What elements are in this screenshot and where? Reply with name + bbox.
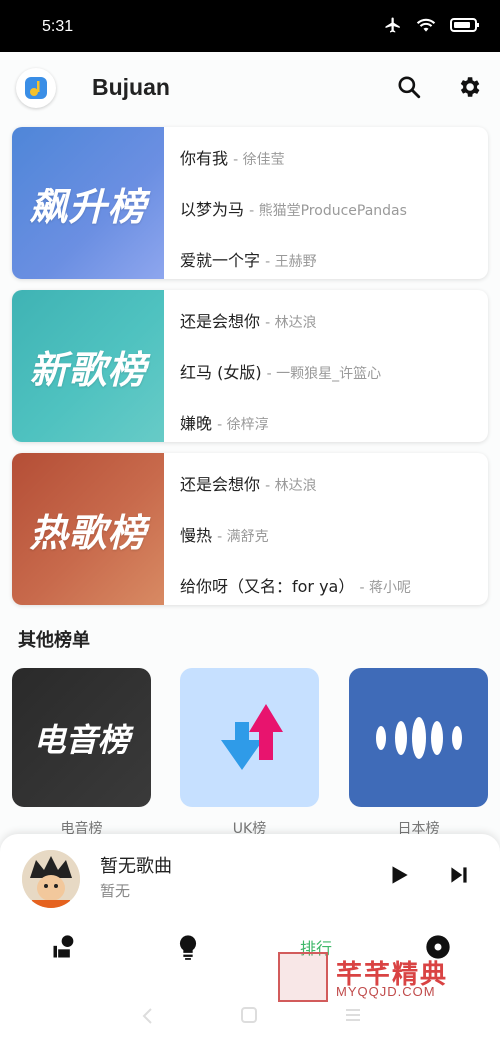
chart-cover: 飙升榜	[12, 127, 164, 279]
section-title: 其他榜单	[18, 630, 90, 651]
now-playing-title: 暂无歌曲	[100, 856, 172, 877]
song-artist: - 王赫野	[265, 254, 317, 270]
song-artist: - 熊猫堂ProducePandas	[249, 203, 407, 219]
watermark: 芊芊精典 MYQQJD.COM	[278, 952, 468, 1002]
song-title: 给你呀（又名：for ya）	[180, 577, 355, 596]
nav-tab-discover[interactable]	[46, 930, 82, 964]
chart-song-item[interactable]: 爱就一个字 - 王赫野	[180, 247, 317, 271]
watermark-logo-icon	[278, 952, 328, 1002]
cover-character-image	[22, 850, 80, 908]
skip-next-icon[interactable]	[446, 862, 472, 888]
lightbulb-icon	[179, 935, 197, 960]
wifi-icon	[416, 18, 436, 32]
song-title: 以梦为马	[180, 200, 245, 219]
nav-tab-ideas[interactable]	[170, 930, 206, 964]
song-title: 慢热	[180, 526, 213, 545]
song-title: 爱就一个字	[180, 251, 261, 270]
chart-song-item[interactable]: 给你呀（又名：for ya） - 蒋小呢	[180, 573, 411, 597]
status-icons	[384, 16, 480, 34]
back-nav-icon[interactable]	[140, 1006, 156, 1026]
song-artist: - 林达浪	[265, 478, 317, 494]
home-nav-icon[interactable]	[240, 1006, 258, 1024]
status-time: 5:31	[42, 18, 74, 35]
chart-song-item[interactable]: 还是会想你 - 林达浪	[180, 471, 317, 495]
chart-card-new[interactable]: 新歌榜 还是会想你 - 林达浪 红马 (女版) - 一颗狼星_许篮心 嫌晚 - …	[12, 290, 488, 442]
song-title: 你有我	[180, 149, 229, 168]
chart-song-item[interactable]: 慢热 - 满舒克	[180, 522, 269, 546]
play-icon[interactable]	[386, 862, 412, 888]
now-playing-artist: 暂无	[100, 882, 131, 900]
search-icon[interactable]	[396, 74, 422, 100]
app-title: Bujuan	[92, 74, 170, 100]
person-podium-icon	[53, 935, 74, 958]
song-title: 红马 (女版)	[180, 363, 262, 382]
chart-song-item[interactable]: 还是会想你 - 林达浪	[180, 308, 317, 332]
mini-player[interactable]: 暂无歌曲 暂无 排行 芊芊精典 MYQQJD.COM	[0, 834, 500, 1040]
menu-nav-icon[interactable]	[344, 1006, 362, 1024]
chart-song-item[interactable]: 嫌晚 - 徐梓淳	[180, 410, 269, 434]
chart-song-item[interactable]: 你有我 - 徐佳莹	[180, 145, 285, 169]
other-chart-uk[interactable]	[180, 668, 319, 807]
battery-icon	[450, 18, 479, 32]
watermark-en: MYQQJD.COM	[336, 984, 436, 999]
chart-song-item[interactable]: 以梦为马 - 熊猫堂ProducePandas	[180, 196, 407, 220]
song-artist: - 满舒克	[217, 529, 269, 545]
song-title: 还是会想你	[180, 312, 261, 331]
app-logo	[16, 68, 56, 108]
song-title: 嫌晚	[180, 414, 213, 433]
song-artist: - 徐梓淳	[217, 417, 269, 433]
japan-chart-logo-icon	[375, 716, 462, 759]
album-art	[22, 850, 80, 908]
other-chart-electronic[interactable]: 电音榜	[12, 668, 151, 807]
gear-icon[interactable]	[456, 74, 482, 100]
other-chart-japan[interactable]	[349, 668, 488, 807]
song-artist: - 林达浪	[265, 315, 317, 331]
airplane-icon	[385, 17, 400, 33]
app-bar: Bujuan	[0, 52, 500, 124]
chart-song-item[interactable]: 红马 (女版) - 一颗狼星_许篮心	[180, 359, 381, 383]
song-artist: - 一颗狼星_许篮心	[266, 366, 382, 382]
chart-cover: 热歌榜	[12, 453, 164, 605]
chart-cover: 新歌榜	[12, 290, 164, 442]
song-artist: - 蒋小呢	[359, 580, 411, 596]
chart-cover-title: 热歌榜	[29, 510, 147, 555]
chart-card-hot[interactable]: 热歌榜 还是会想你 - 林达浪 慢热 - 满舒克 给你呀（又名：for ya） …	[12, 453, 488, 605]
chart-cover-title: 飙升榜	[29, 184, 147, 229]
up-down-arrows-icon	[220, 703, 283, 770]
status-bar: 5:31	[0, 0, 500, 52]
chart-card-soaring[interactable]: 飙升榜 你有我 - 徐佳莹 以梦为马 - 熊猫堂ProducePandas 爱就…	[12, 127, 488, 279]
music-note-icon	[25, 77, 47, 99]
other-chart-cover-title: 电音榜	[33, 720, 130, 759]
song-title: 还是会想你	[180, 475, 261, 494]
song-artist: - 徐佳莹	[233, 152, 285, 168]
chart-cover-title: 新歌榜	[29, 347, 147, 392]
